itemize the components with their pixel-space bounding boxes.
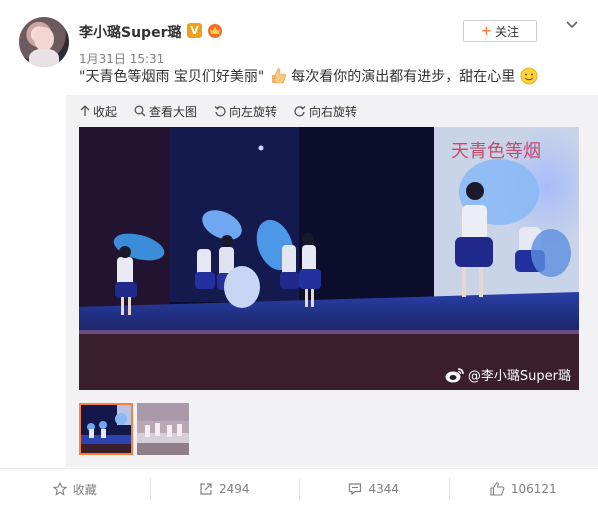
- arrow-up-icon: [80, 105, 90, 116]
- like-count: 106121: [510, 482, 557, 496]
- rotate-left-icon: [214, 106, 226, 117]
- collapse-button[interactable]: 收起: [80, 102, 117, 120]
- avatar-body: [29, 49, 59, 67]
- stage-scene-illustration: 天青色等烟: [79, 127, 579, 390]
- weibo-logo-icon: [445, 367, 464, 382]
- repost-count: 2494: [218, 482, 250, 496]
- verified-badge-icon: V: [187, 23, 202, 38]
- repost-button[interactable]: 2494: [149, 469, 300, 509]
- share-icon: [200, 483, 212, 495]
- action-bar: 收藏 2494 4344 106121: [0, 468, 598, 509]
- stage-banner-text: 天青色等烟: [451, 141, 541, 162]
- like-button[interactable]: 106121: [448, 469, 598, 509]
- weibo-watermark: @李小璐Super璐: [445, 365, 571, 384]
- avatar-face: [34, 27, 54, 51]
- favorite-label: 收藏: [72, 482, 97, 497]
- media-toolbar: 收起 查看大图 向左旋转 向右旋转: [80, 102, 374, 120]
- avatar[interactable]: [19, 17, 69, 67]
- thumbnail-strip: [79, 403, 191, 455]
- post-text: "天青色等烟雨 宝贝们好美丽" 每次看你的演出都有进步，甜在心里: [79, 67, 538, 87]
- main-photo[interactable]: 天青色等烟 @李小璐Super璐: [79, 127, 579, 390]
- rotate-left-button[interactable]: 向左旋转: [214, 102, 277, 120]
- search-icon: [134, 105, 146, 117]
- comment-icon: [349, 483, 362, 496]
- post-time[interactable]: 1月31日 15:31: [79, 50, 164, 67]
- favorite-button[interactable]: 收藏: [0, 469, 150, 509]
- star-icon: [52, 482, 67, 496]
- rotate-left-label: 向左旋转: [229, 104, 278, 119]
- view-large-button[interactable]: 查看大图: [134, 102, 197, 120]
- view-large-label: 查看大图: [149, 104, 198, 119]
- post-text-rest: 每次看你的演出都有进步，甜在心里: [291, 69, 516, 85]
- rotate-right-button[interactable]: 向右旋转: [294, 102, 357, 120]
- thumbnail-1[interactable]: [79, 403, 133, 455]
- member-crown-icon: [208, 24, 222, 38]
- rotate-right-label: 向右旋转: [309, 104, 358, 119]
- follow-button[interactable]: + 关注: [463, 20, 537, 42]
- collapse-label: 收起: [93, 104, 118, 119]
- smile-emoji-icon: [520, 67, 538, 85]
- comment-count: 4344: [368, 482, 400, 496]
- follow-label: 关注: [494, 24, 519, 39]
- thumbnail-2-image: [137, 403, 189, 455]
- comment-button[interactable]: 4344: [299, 469, 449, 509]
- thumbnail-2[interactable]: [137, 403, 191, 455]
- watermark-text: @李小璐Super璐: [467, 369, 571, 384]
- post-text-main: "天青色等烟雨 宝贝们好美丽": [79, 69, 265, 85]
- thumbs-up-emoji-icon: [271, 68, 286, 84]
- plus-icon: +: [481, 23, 492, 39]
- chevron-down-icon[interactable]: [564, 17, 580, 33]
- rotate-right-icon: [294, 106, 306, 117]
- thumbnail-1-image: [81, 405, 131, 453]
- thumbs-up-icon: [490, 482, 505, 496]
- weibo-post-card: 李小璐Super璐 V 1月31日 15:31 + 关注 "天青色等烟雨 宝贝们…: [0, 0, 598, 509]
- username[interactable]: 李小璐Super璐: [79, 22, 181, 42]
